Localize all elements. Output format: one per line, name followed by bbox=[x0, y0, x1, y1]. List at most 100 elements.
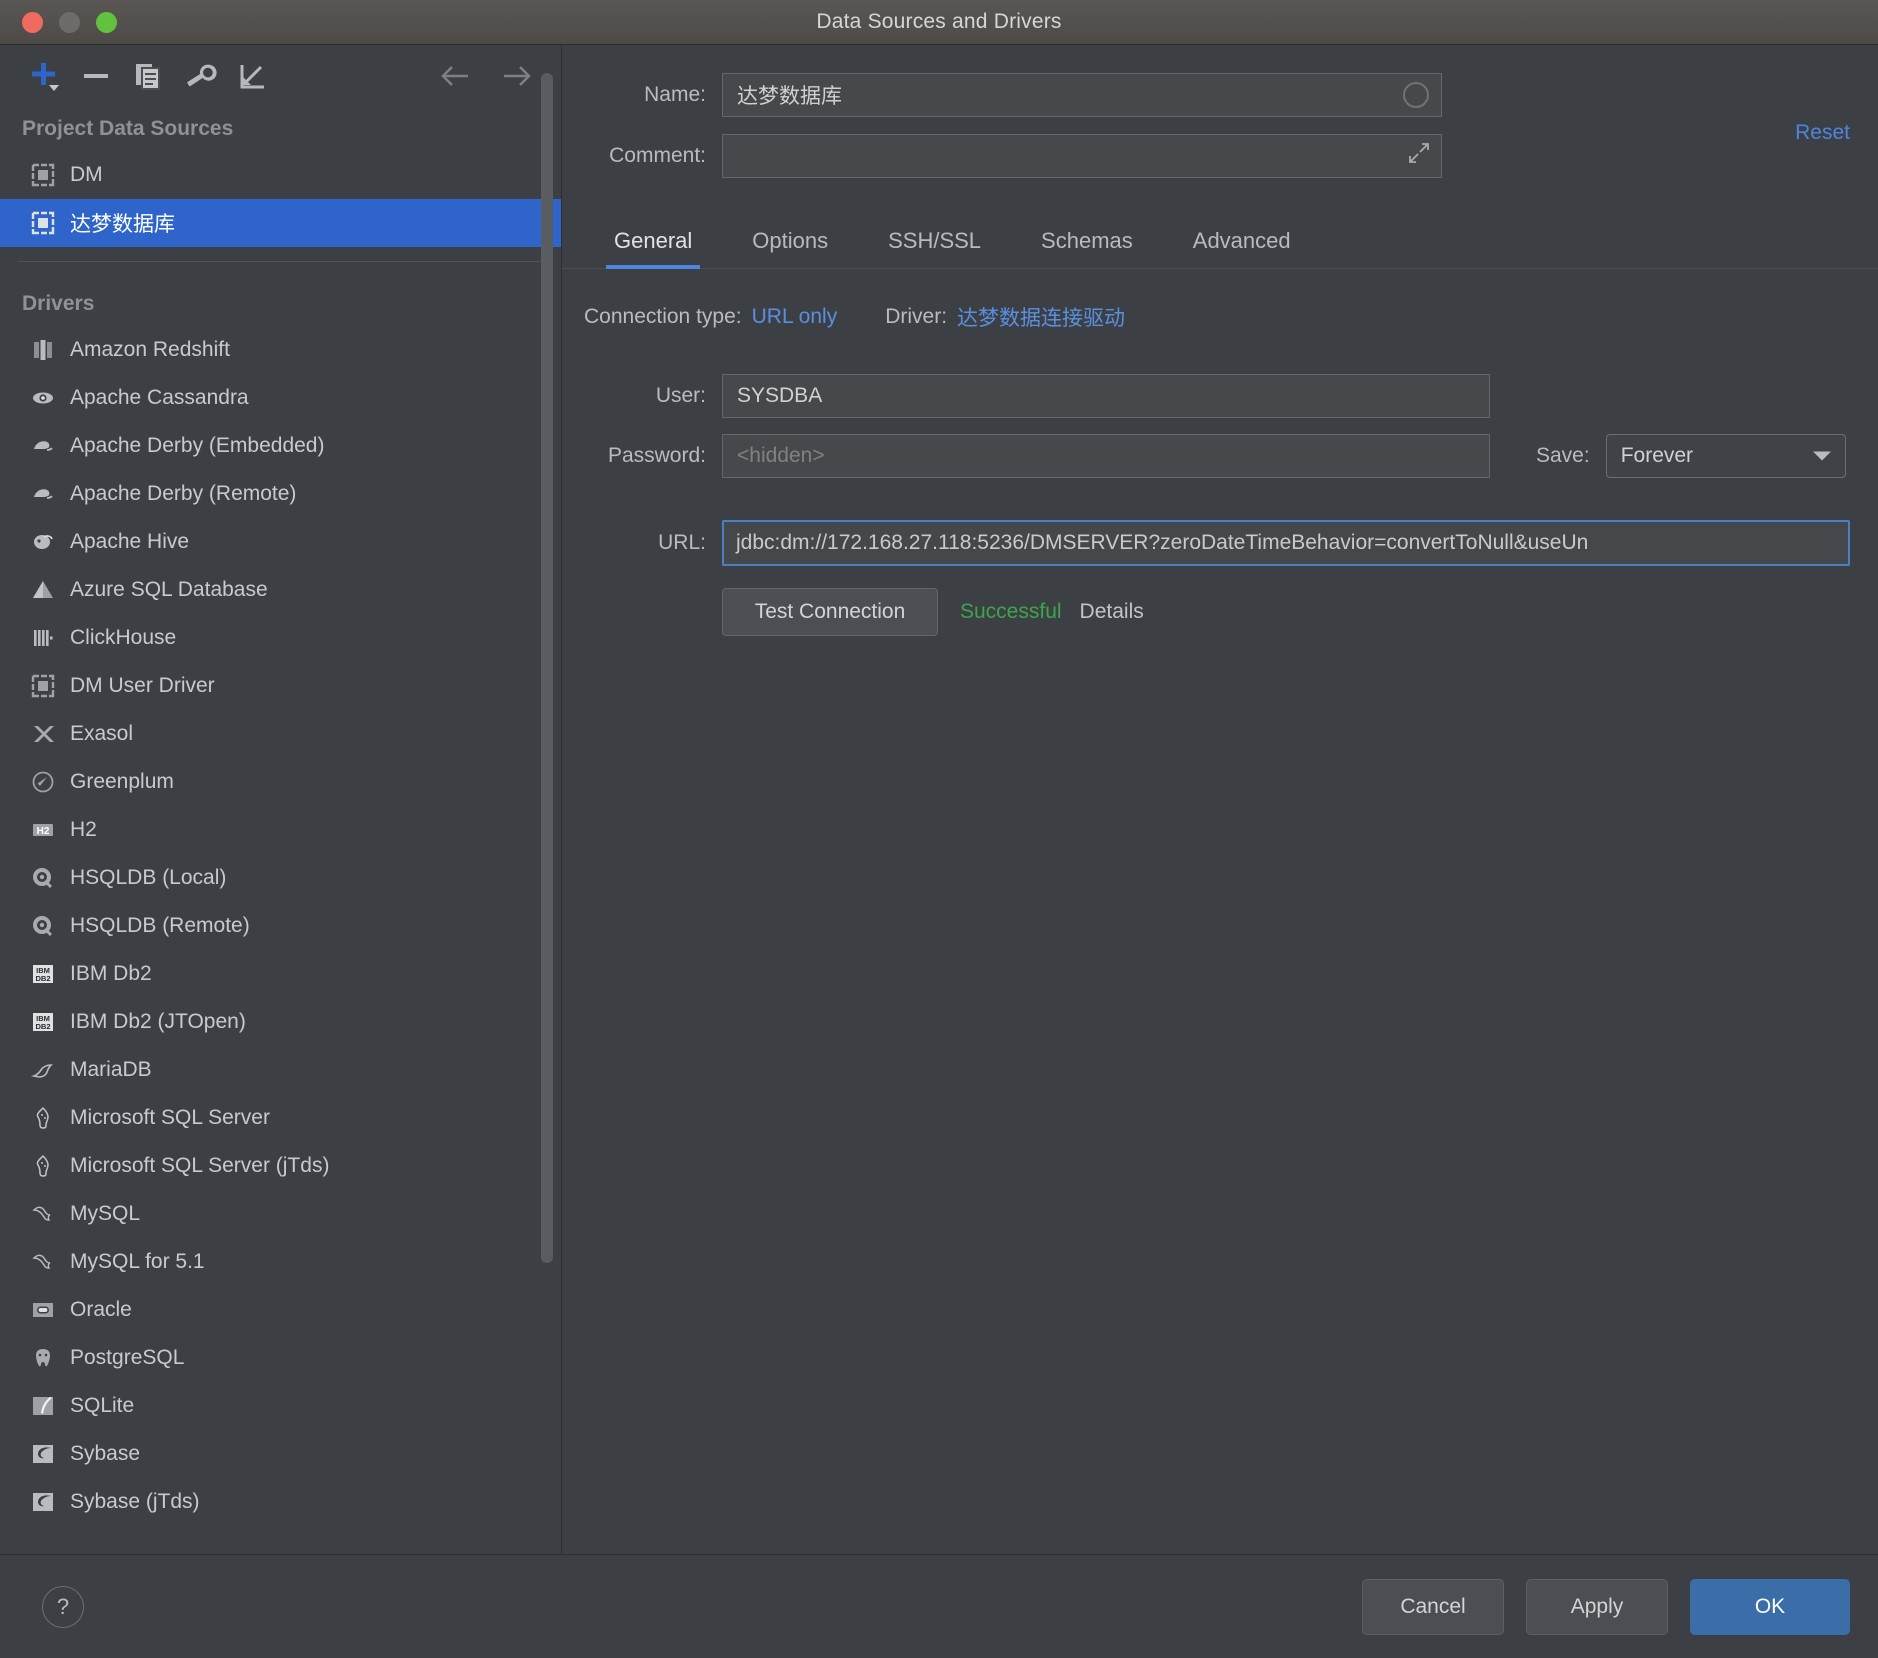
test-connection-row: Test Connection Successful Details bbox=[562, 588, 1878, 636]
driver-label: Sybase (jTds) bbox=[70, 1490, 200, 1513]
sidebar-scrollbar[interactable] bbox=[538, 73, 556, 1546]
driver-label: Microsoft SQL Server (jTds) bbox=[70, 1154, 330, 1177]
driver-item-sybase[interactable]: Sybase bbox=[0, 1430, 561, 1478]
sidebar-item-label: DM bbox=[70, 163, 103, 186]
db2-icon: IBM DB2 bbox=[30, 961, 56, 987]
driver-item-apache-cassandra[interactable]: Apache Cassandra bbox=[0, 374, 561, 422]
svg-text:DB2: DB2 bbox=[35, 974, 50, 983]
driver-item-exasol[interactable]: Exasol bbox=[0, 710, 561, 758]
driver-item-h2[interactable]: H2 H2 bbox=[0, 806, 561, 854]
sidebar-scrollbar-thumb[interactable] bbox=[541, 73, 553, 1263]
arrow-right-icon[interactable] bbox=[491, 54, 543, 98]
driver-item-mysql-5-1[interactable]: MySQL for 5.1 bbox=[0, 1238, 561, 1286]
connection-type-value[interactable]: URL only bbox=[752, 305, 838, 329]
comment-input[interactable] bbox=[722, 134, 1442, 178]
driver-item-greenplum[interactable]: Greenplum bbox=[0, 758, 561, 806]
dialog-body: Project Data Sources DM 达梦数据库 Drivers Am… bbox=[0, 45, 1878, 1554]
group-label-drivers: Drivers bbox=[22, 292, 95, 315]
svg-text:H2: H2 bbox=[37, 826, 50, 837]
progress-circle-icon bbox=[1403, 82, 1429, 108]
svg-text:DB2: DB2 bbox=[35, 1022, 50, 1031]
arrow-left-icon[interactable] bbox=[429, 54, 481, 98]
url-input[interactable]: jdbc:dm://172.168.27.118:5236/DMSERVER?z… bbox=[722, 520, 1850, 566]
driver-item-sybase-jtds[interactable]: Sybase (jTds) bbox=[0, 1478, 561, 1526]
apply-button[interactable]: Apply bbox=[1526, 1578, 1668, 1635]
save-label: Save: bbox=[1536, 444, 1590, 467]
tab-general[interactable]: General bbox=[584, 218, 722, 269]
azure-icon bbox=[30, 577, 56, 603]
ok-button[interactable]: OK bbox=[1690, 1578, 1850, 1635]
driver-label: HSQLDB (Local) bbox=[70, 866, 227, 889]
driver-label: IBM Db2 (JTOpen) bbox=[70, 1010, 246, 1033]
name-input-value: 达梦数据库 bbox=[737, 85, 842, 108]
driver-item-dm-user-driver[interactable]: DM User Driver bbox=[0, 662, 561, 710]
derby-icon bbox=[30, 481, 56, 507]
connection-details-link[interactable]: Details bbox=[1080, 600, 1144, 624]
driver-item-apache-derby-embedded[interactable]: Apache Derby (Embedded) bbox=[0, 422, 561, 470]
driver-item-oracle[interactable]: Oracle bbox=[0, 1286, 561, 1334]
wrench-icon[interactable] bbox=[174, 54, 226, 98]
settings-tabs[interactable]: General Options SSH/SSL Schemas Advanced bbox=[562, 218, 1878, 269]
tab-options[interactable]: Options bbox=[722, 218, 858, 268]
driver-item-amazon-redshift[interactable]: Amazon Redshift bbox=[0, 326, 561, 374]
user-input[interactable]: SYSDBA bbox=[722, 374, 1490, 418]
tab-ssh-ssl[interactable]: SSH/SSL bbox=[858, 218, 1011, 268]
driver-item-clickhouse[interactable]: ClickHouse bbox=[0, 614, 561, 662]
driver-item-apache-hive[interactable]: Apache Hive bbox=[0, 518, 561, 566]
reset-link[interactable]: Reset bbox=[1795, 121, 1850, 145]
driver-label: MariaDB bbox=[70, 1058, 152, 1081]
cassandra-icon bbox=[30, 385, 56, 411]
save-mode-select[interactable]: Forever bbox=[1605, 434, 1846, 478]
postgresql-icon bbox=[30, 1345, 56, 1371]
driver-label: Amazon Redshift bbox=[70, 338, 230, 361]
driver-item-mysql[interactable]: MySQL bbox=[0, 1190, 561, 1238]
url-label: URL: bbox=[658, 531, 706, 554]
expand-icon[interactable] bbox=[1407, 141, 1431, 171]
driver-label: IBM Db2 bbox=[70, 962, 152, 985]
driver-item-hsqldb-local[interactable]: HSQLDB (Local) bbox=[0, 854, 561, 902]
sidebar-item-dameng[interactable]: 达梦数据库 bbox=[0, 199, 561, 247]
driver-label: Oracle bbox=[70, 1298, 132, 1321]
driver-item-ibm-db2-jtopen[interactable]: IBM DB2 IBM Db2 (JTOpen) bbox=[0, 998, 561, 1046]
password-placeholder: <hidden> bbox=[737, 444, 825, 467]
cancel-button[interactable]: Cancel bbox=[1362, 1578, 1504, 1635]
name-input[interactable]: 达梦数据库 bbox=[722, 73, 1442, 117]
help-button[interactable]: ? bbox=[42, 1585, 84, 1628]
driver-item-apache-derby-remote[interactable]: Apache Derby (Remote) bbox=[0, 470, 561, 518]
driver-value[interactable]: 达梦数据连接驱动 bbox=[957, 302, 1125, 332]
url-input-value: jdbc:dm://172.168.27.118:5236/DMSERVER?z… bbox=[736, 531, 1589, 554]
add-icon[interactable] bbox=[18, 54, 70, 98]
tab-schemas[interactable]: Schemas bbox=[1011, 218, 1163, 268]
password-input[interactable]: <hidden> bbox=[722, 434, 1490, 478]
driver-item-microsoft-sql-server[interactable]: Microsoft SQL Server bbox=[0, 1094, 561, 1142]
derby-icon bbox=[30, 433, 56, 459]
connection-type-label: Connection type: bbox=[584, 305, 742, 328]
mysql-icon bbox=[30, 1201, 56, 1227]
import-icon[interactable] bbox=[226, 54, 278, 98]
driver-label: Apache Derby (Embedded) bbox=[70, 434, 325, 457]
driver-label: Exasol bbox=[70, 722, 134, 745]
driver-item-azure-sql-database[interactable]: Azure SQL Database bbox=[0, 566, 561, 614]
remove-icon[interactable] bbox=[70, 54, 122, 98]
driver-item-ibm-db2[interactable]: IBM DB2 IBM Db2 bbox=[0, 950, 561, 998]
driver-item-postgresql[interactable]: PostgreSQL bbox=[0, 1334, 561, 1382]
driver-label: Sybase bbox=[70, 1442, 141, 1465]
title-bar: Data Sources and Drivers bbox=[0, 0, 1878, 45]
dialog-window: Data Sources and Drivers Project Data So… bbox=[0, 0, 1878, 1658]
driver-label: Azure SQL Database bbox=[70, 578, 268, 601]
driver-label: DM User Driver bbox=[70, 674, 215, 697]
mssql-icon bbox=[30, 1105, 56, 1131]
driver-item-hsqldb-remote[interactable]: HSQLDB (Remote) bbox=[0, 902, 561, 950]
driver-item-mariadb[interactable]: MariaDB bbox=[0, 1046, 561, 1094]
sidebar-item-dm[interactable]: DM bbox=[0, 151, 561, 199]
driver-item-microsoft-sql-server-jtds[interactable]: Microsoft SQL Server (jTds) bbox=[0, 1142, 561, 1190]
chevron-down-icon bbox=[1812, 451, 1831, 461]
driver-item-sqlite[interactable]: SQLite bbox=[0, 1382, 561, 1430]
copy-icon[interactable] bbox=[122, 54, 174, 98]
test-connection-button[interactable]: Test Connection bbox=[722, 588, 938, 636]
mariadb-icon bbox=[30, 1057, 56, 1083]
connection-status-badge: Successful bbox=[960, 600, 1062, 623]
datasource-tree[interactable]: Project Data Sources DM 达梦数据库 Drivers Am… bbox=[0, 107, 561, 1554]
tab-advanced[interactable]: Advanced bbox=[1163, 218, 1321, 268]
